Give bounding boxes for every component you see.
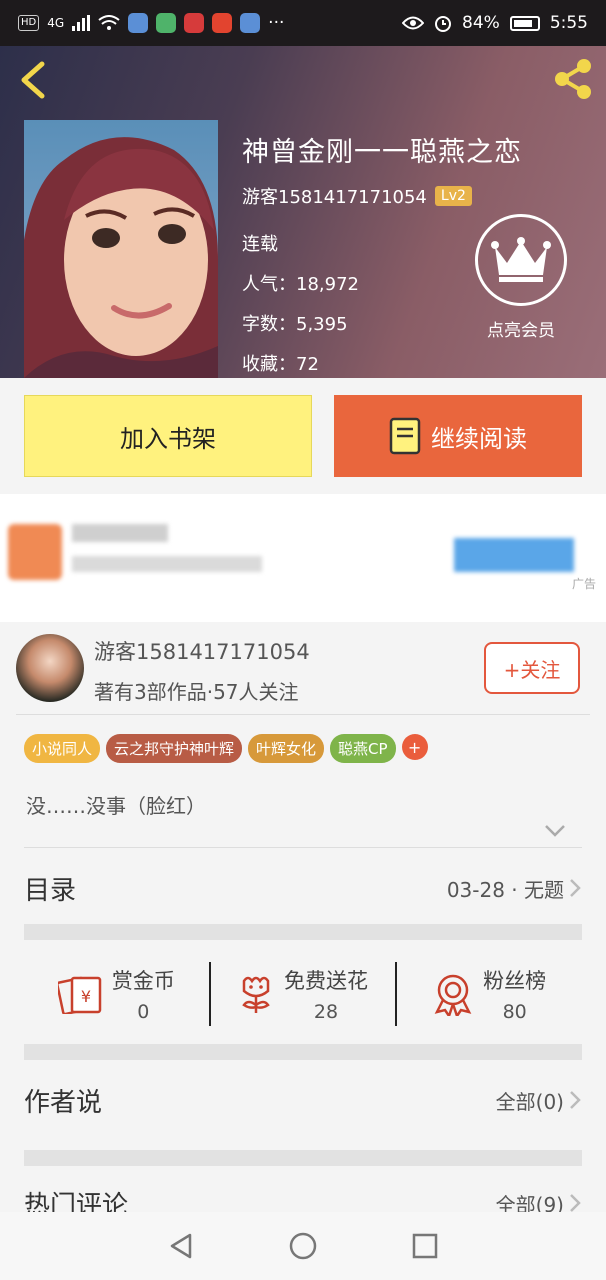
reward-text: 赏金币 0 <box>112 965 175 1023</box>
favorites: 收藏：72 <box>242 354 319 375</box>
red-envelope-icon: ¥ <box>57 976 102 1014</box>
circle-home-icon <box>289 1232 317 1260</box>
toc-title: 目录 <box>24 875 77 906</box>
app-icon-1 <box>128 13 149 33</box>
flower-text: 免费送花 28 <box>284 965 368 1023</box>
network-indicator: 4G <box>47 16 65 30</box>
author-avatar[interactable] <box>16 634 84 702</box>
follow-button[interactable]: +关注 <box>484 642 580 694</box>
flower-value: 28 <box>313 1001 339 1023</box>
vip-label: 点亮会员 <box>487 321 555 341</box>
fans-label: 粉丝榜 <box>483 969 547 993</box>
toc-row[interactable]: 目录 03-28 · 无题 <box>24 848 582 928</box>
book-header: 神曾金刚一一聪燕之恋 游客1581417171054 Lv2 连载 人气：18,… <box>0 46 606 378</box>
chevron-left-icon <box>21 61 45 99</box>
more-notifications-icon: ··· <box>268 13 285 33</box>
tag-chip[interactable]: 叶辉女化 <box>248 734 325 763</box>
book-cover[interactable] <box>24 120 218 378</box>
crown-icon <box>491 237 551 282</box>
ad-cta-placeholder <box>454 538 574 572</box>
reward-coins-button[interactable]: ¥ 赏金币 0 <box>24 965 209 1023</box>
toc-latest-text: 03-28 · 无题 <box>446 877 564 902</box>
author-card-name[interactable]: 游客1581417171054 <box>94 636 310 666</box>
app-icon-4 <box>212 13 233 33</box>
reward-label: 赏金币 <box>111 969 175 993</box>
cover-illustration <box>24 137 218 378</box>
wifi-icon <box>98 15 120 30</box>
medal-icon <box>434 974 472 1016</box>
triangle-back-icon <box>170 1233 192 1259</box>
nav-back-button[interactable] <box>161 1226 201 1266</box>
status-bar: HD 4G ··· 84% 5:55 <box>0 0 606 46</box>
square-recents-icon <box>412 1233 438 1259</box>
ad-title-placeholder <box>72 524 168 542</box>
continue-reading-label: 继续阅读 <box>431 424 527 453</box>
book-title: 神曾金刚一一聪燕之恋 <box>242 137 522 168</box>
add-tag-button[interactable]: + <box>401 734 428 760</box>
alarm-icon <box>435 16 452 32</box>
section-gap <box>24 924 582 940</box>
battery-icon <box>509 15 540 31</box>
author-name[interactable]: 游客1581417171054 <box>242 183 427 209</box>
book-icon <box>389 417 421 455</box>
clock: 5:55 <box>549 13 588 33</box>
app-icon-3 <box>184 13 205 33</box>
app-icon-2 <box>156 13 177 33</box>
action-bar: 加入书架 继续阅读 <box>0 378 606 494</box>
svg-text:¥: ¥ <box>81 987 91 1006</box>
divider <box>16 714 590 715</box>
level-badge: Lv2 <box>434 186 472 206</box>
fans-text: 粉丝榜 80 <box>483 965 546 1023</box>
flower-label: 免费送花 <box>284 969 368 993</box>
toc-latest: 03-28 · 无题 <box>447 874 582 903</box>
back-button[interactable] <box>14 58 54 102</box>
fan-ranking-button[interactable]: 粉丝榜 80 <box>397 965 582 1023</box>
share-icon <box>555 59 591 99</box>
stats-bar: ¥ 赏金币 0 免费送花 28 粉丝榜 80 <box>24 944 582 1044</box>
section-gap <box>24 1044 582 1060</box>
continue-reading-button[interactable]: 继续阅读 <box>334 395 582 477</box>
author-say-row[interactable]: 作者说 全部(0) <box>24 1060 582 1140</box>
status-left: HD 4G ··· <box>18 13 284 33</box>
app-icon-5 <box>240 13 261 33</box>
ad-banner[interactable]: 广告 <box>0 494 606 622</box>
reward-value: 0 <box>137 1001 150 1023</box>
details-section: 游客1581417171054 著有3部作品·57人关注 +关注 小说同人 云之邦… <box>0 628 606 1221</box>
nav-recents-button[interactable] <box>405 1226 445 1266</box>
status-right: 84% 5:55 <box>402 13 588 33</box>
expand-chevron-down-icon[interactable] <box>544 824 566 838</box>
chevron-right-icon <box>570 1194 581 1212</box>
tag-chip[interactable]: 聪燕CP <box>330 734 396 763</box>
author-line: 游客1581417171054 Lv2 <box>242 183 522 209</box>
tag-chip[interactable]: 小说同人 <box>24 734 101 763</box>
author-say-count: 全部(0) <box>495 1089 564 1114</box>
section-gap <box>24 1150 582 1166</box>
ad-logo-icon <box>8 524 62 580</box>
chevron-right-icon <box>570 879 581 897</box>
vip-button[interactable]: 点亮会员 <box>474 214 568 341</box>
hd-indicator: HD <box>18 15 40 31</box>
author-say-title: 作者说 <box>24 1087 103 1118</box>
share-button[interactable] <box>550 56 596 102</box>
free-flower-button[interactable]: 免费送花 28 <box>211 965 396 1023</box>
tag-list: 小说同人 云之邦守护神叶辉 叶辉女化 聪燕CP + <box>24 734 428 763</box>
fans-value: 80 <box>502 1001 527 1023</box>
nav-home-button[interactable] <box>283 1226 323 1266</box>
add-to-shelf-button[interactable]: 加入书架 <box>24 395 312 477</box>
author-card-stats: 著有3部作品·57人关注 <box>94 680 299 704</box>
flower-icon <box>242 976 270 1013</box>
vip-badge <box>475 214 567 306</box>
chevron-right-icon <box>570 1091 581 1109</box>
ad-desc-placeholder <box>72 556 262 572</box>
signal-icon <box>72 15 91 31</box>
tag-chip[interactable]: 云之邦守护神叶辉 <box>106 734 243 763</box>
author-say-all: 全部(0) <box>496 1086 582 1115</box>
eye-icon <box>402 16 425 30</box>
ad-label: 广告 <box>571 577 596 591</box>
battery-percent: 84% <box>462 13 500 33</box>
system-nav-bar <box>0 1212 606 1280</box>
book-intro: 没……没事（脸红） <box>26 794 206 818</box>
